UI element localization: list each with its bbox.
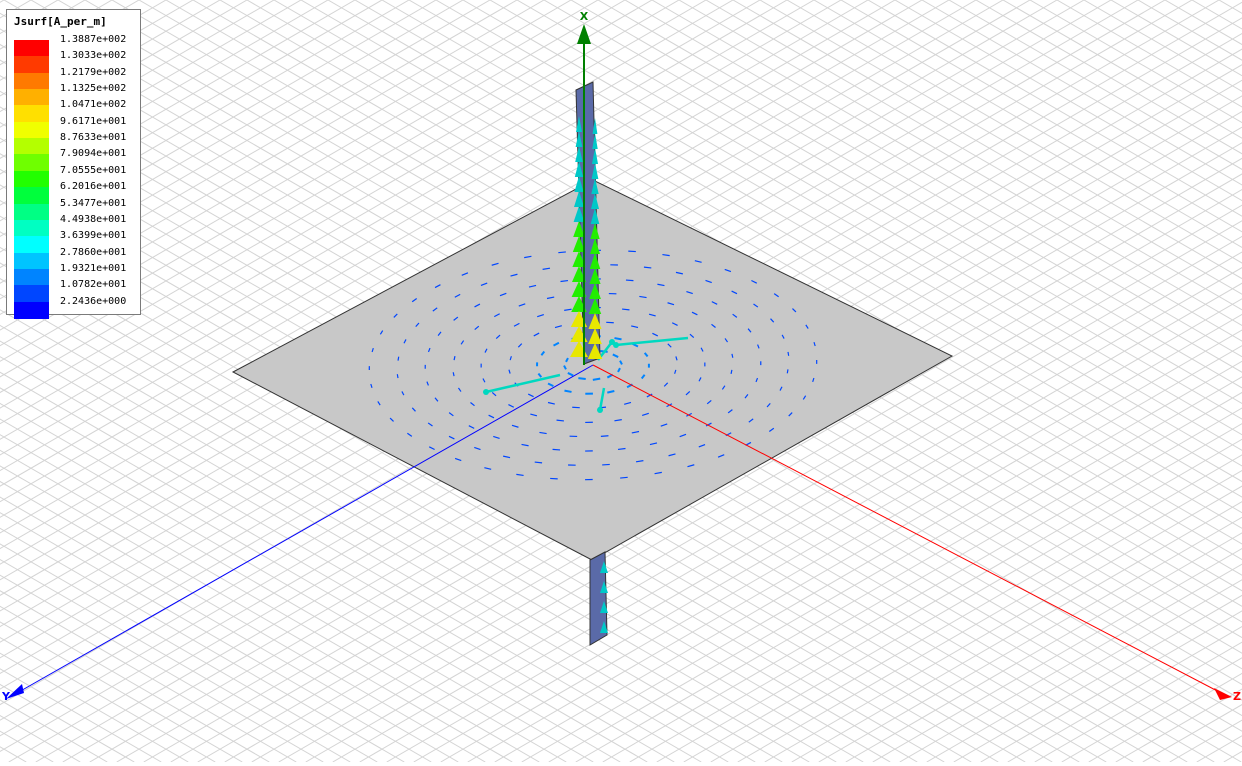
- scene-canvas[interactable]: X Y Z: [0, 0, 1242, 762]
- legend-swatch: [14, 122, 49, 139]
- legend-swatch: [14, 89, 49, 106]
- current-vector: [553, 449, 560, 450]
- y-axis-label: Y: [1, 690, 11, 703]
- current-vector: [731, 370, 732, 374]
- z-axis-arrowhead: [1214, 688, 1232, 700]
- current-vector: [788, 352, 789, 356]
- legend-swatch: [14, 269, 49, 286]
- legend-swatch: [14, 236, 49, 253]
- current-vector: [483, 389, 489, 395]
- legend-swatch: [14, 56, 49, 73]
- grid-line: [1089, 0, 1242, 762]
- grid-line: [0, 0, 4, 762]
- 3d-viewport[interactable]: X Y Z Jsurf[A_per_m] 1.3887e+002 1.3033e+…: [0, 0, 1242, 762]
- grid-line: [927, 0, 1242, 762]
- current-vector: [787, 369, 788, 373]
- current-vector: [601, 436, 609, 437]
- legend-value: 2.2436e+000: [60, 296, 126, 308]
- legend-swatch: [14, 171, 49, 188]
- z-axis-label: Z: [1233, 690, 1241, 703]
- current-vector: [622, 309, 629, 310]
- grid-line: [1084, 0, 1242, 762]
- legend-value: 1.1325e+002: [60, 83, 126, 95]
- x-axis-label: X: [580, 10, 589, 23]
- legend-value: 2.7860e+001: [60, 247, 126, 259]
- current-vector: [557, 420, 564, 421]
- grid-line: [873, 0, 1242, 762]
- legend-swatch: [14, 138, 49, 155]
- current-vector: [597, 407, 603, 413]
- legend-swatch: [14, 220, 49, 237]
- current-vector: [564, 391, 571, 392]
- legend-value: 7.9094e+001: [60, 148, 126, 160]
- legend-value: 1.0782e+001: [60, 279, 126, 291]
- current-vector: [614, 338, 621, 339]
- legend-value: 7.0555e+001: [60, 165, 126, 177]
- legend-swatch: [14, 253, 49, 270]
- current-vector: [453, 372, 454, 376]
- legend-value: 6.2016e+001: [60, 181, 126, 193]
- grid-line: [922, 0, 1242, 762]
- current-vector: [620, 477, 628, 478]
- legend-value: 1.3887e+002: [60, 34, 126, 46]
- current-vector: [454, 356, 455, 360]
- legend-swatch: [14, 40, 49, 57]
- legend-value: 3.6399e+001: [60, 230, 126, 242]
- current-vector: [535, 462, 542, 463]
- current-vector: [578, 378, 585, 379]
- legend-value: 4.4938e+001: [60, 214, 126, 226]
- legend-value: 1.2179e+002: [60, 67, 126, 79]
- legend-swatch: [14, 105, 49, 122]
- legend-swatch: [14, 204, 49, 221]
- legend-swatch: [14, 285, 49, 302]
- legend-title: Jsurf[A_per_m]: [14, 15, 107, 28]
- legend-value: 1.9321e+001: [60, 263, 126, 275]
- current-vector: [397, 374, 398, 378]
- current-vector: [609, 339, 615, 345]
- current-vector: [732, 354, 733, 358]
- current-vector: [602, 464, 610, 465]
- legend-value: 8.7633e+001: [60, 132, 126, 144]
- current-vector: [644, 267, 651, 268]
- current-vector: [626, 280, 633, 281]
- legend-swatch: [14, 302, 49, 319]
- legend-swatch: [14, 154, 49, 171]
- color-legend[interactable]: Jsurf[A_per_m] 1.3887e+002 1.3033e+002 1.2…: [6, 9, 141, 315]
- current-vector: [558, 252, 566, 253]
- current-vector: [593, 379, 600, 380]
- grid-line: [868, 0, 1242, 762]
- legend-value: 1.3033e+002: [60, 50, 126, 62]
- legend-swatch: [14, 187, 49, 204]
- legend-value: 1.0471e+002: [60, 99, 126, 111]
- legend-value: 5.3477e+001: [60, 198, 126, 210]
- legend-value: 9.6171e+001: [60, 116, 126, 128]
- y-axis-line: [10, 365, 593, 697]
- current-vector: [398, 357, 399, 361]
- legend-swatch: [14, 73, 49, 90]
